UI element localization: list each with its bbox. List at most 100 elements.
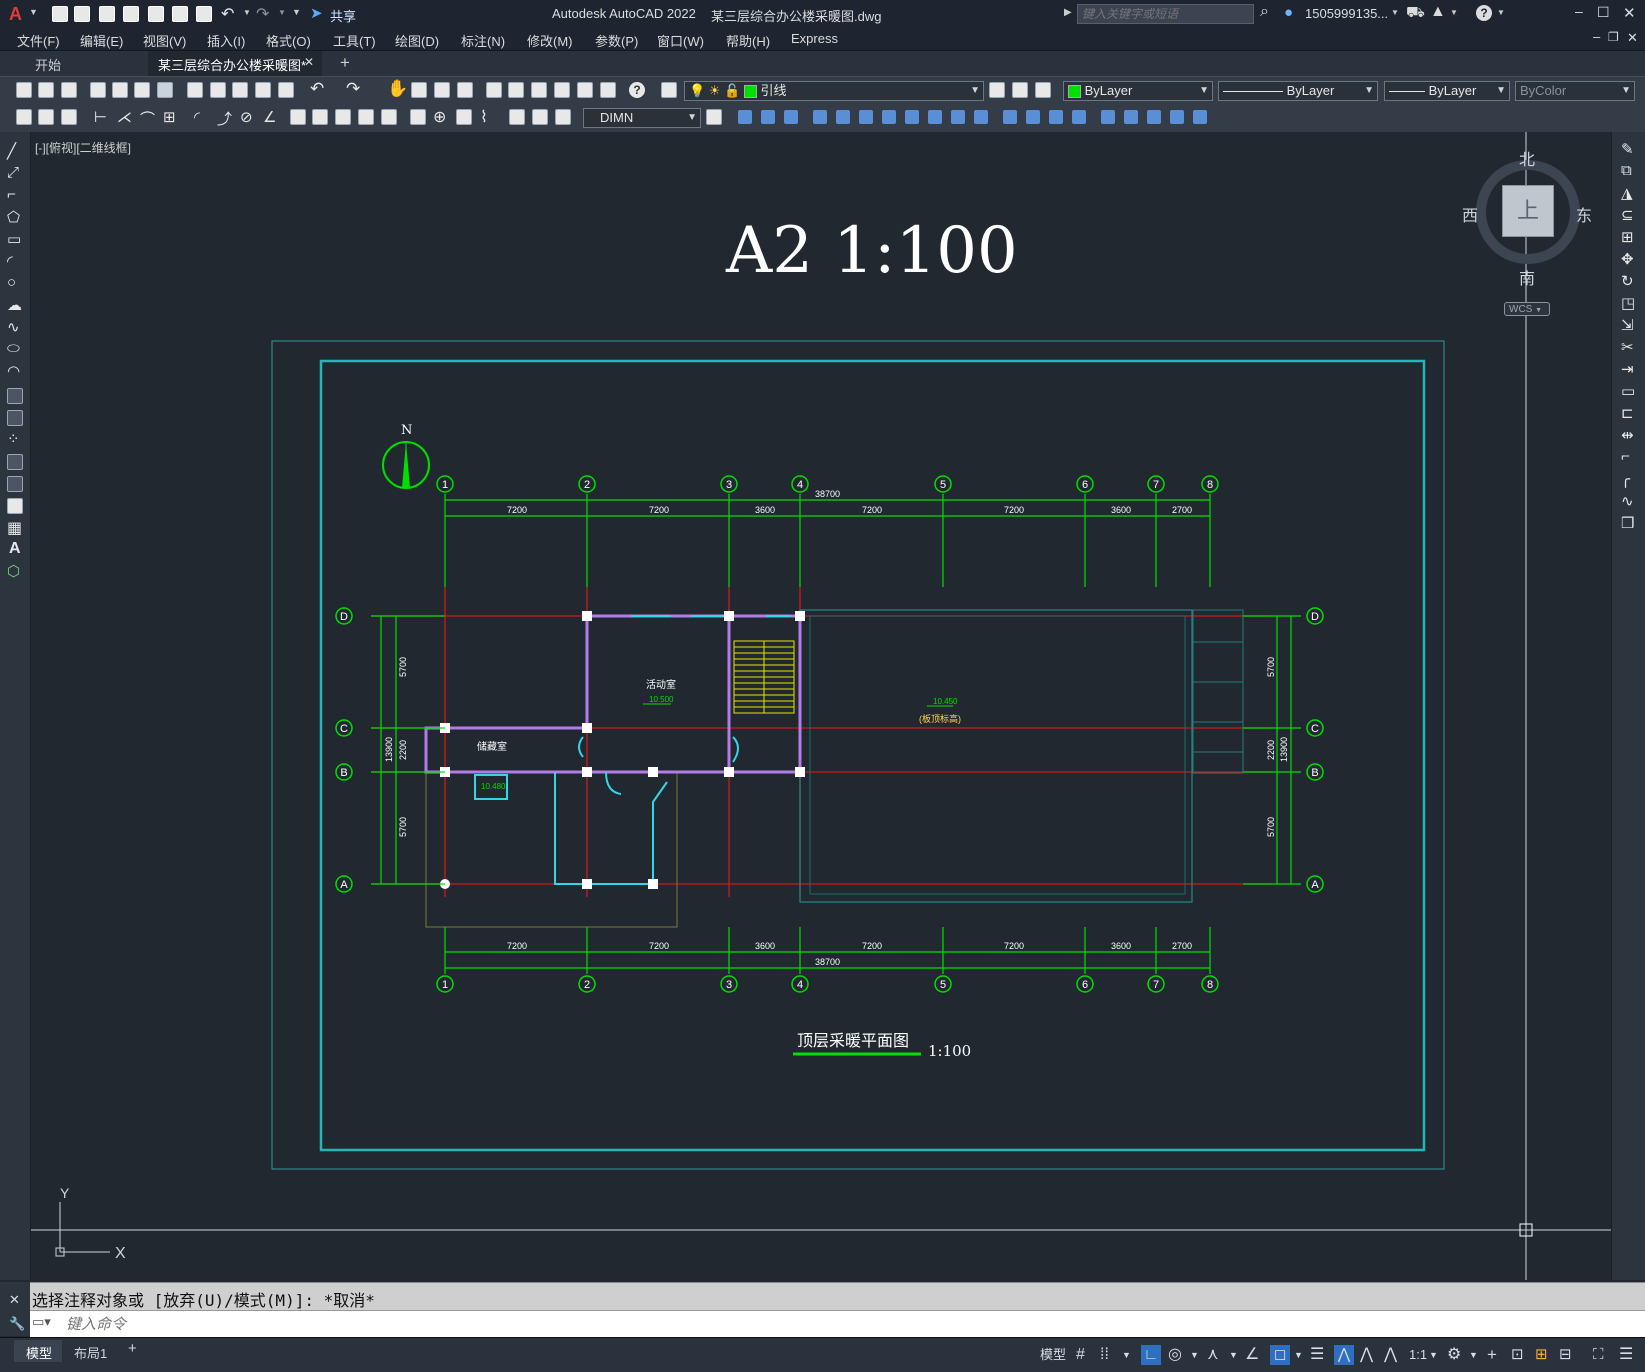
save-web-icon[interactable] bbox=[172, 6, 188, 22]
layer-states-icon[interactable] bbox=[1035, 82, 1051, 98]
maximize-icon[interactable]: ☐ bbox=[1597, 4, 1610, 21]
snap-dropdown-icon[interactable]: ▼ bbox=[1122, 1345, 1131, 1365]
right-erase-icon[interactable]: ✎ bbox=[1621, 140, 1634, 158]
dim-ordinate-icon[interactable]: ⊞ bbox=[163, 108, 176, 126]
dim-aligned-icon[interactable]: ⋌ bbox=[117, 108, 132, 126]
right-move-icon[interactable]: ✥ bbox=[1621, 250, 1634, 268]
viewcube-north[interactable]: 北 bbox=[1519, 146, 1535, 170]
annotation-scale-icon[interactable]: ⋀ bbox=[1384, 1345, 1397, 1365]
offset-icon[interactable] bbox=[813, 110, 827, 124]
share-icon[interactable]: ➤ bbox=[310, 4, 323, 22]
right-break-point-icon[interactable]: ⊏ bbox=[1621, 404, 1634, 422]
command-input[interactable] bbox=[64, 1313, 1628, 1335]
grid-display-icon[interactable]: # bbox=[1076, 1345, 1085, 1365]
save-as-icon[interactable] bbox=[123, 6, 139, 22]
rectangle-icon[interactable]: ▭ bbox=[7, 230, 21, 248]
drawing-canvas[interactable]: [-][俯视][二维线框] A2 1:100 N 活动室 10.500 储藏室 … bbox=[31, 132, 1611, 1280]
insert-block-icon[interactable] bbox=[16, 109, 32, 125]
search-expand-icon[interactable]: ▶ bbox=[1064, 7, 1072, 18]
right-blend-icon[interactable]: ∿ bbox=[1621, 492, 1634, 510]
tb-help-icon[interactable]: ? bbox=[629, 82, 645, 98]
command-recent-icon[interactable]: ▭▾ bbox=[32, 1314, 51, 1330]
trim-icon[interactable] bbox=[951, 110, 965, 124]
cart-icon[interactable]: ⛟ bbox=[1406, 4, 1425, 23]
command-customize-icon[interactable]: 🔧 bbox=[9, 1316, 25, 1332]
right-fillet-icon[interactable]: ╭ bbox=[1621, 470, 1630, 488]
menu-draw[interactable]: 绘图(D) bbox=[395, 31, 439, 50]
autocad-logo[interactable]: A bbox=[9, 4, 22, 25]
markup-icon[interactable] bbox=[577, 82, 593, 98]
logo-dropdown-icon[interactable]: ▼ bbox=[29, 7, 38, 17]
tool-palettes-icon[interactable] bbox=[531, 82, 547, 98]
ortho-mode-icon[interactable]: ∟ bbox=[1141, 1345, 1161, 1365]
properties-icon[interactable] bbox=[486, 82, 502, 98]
units-icon[interactable]: ⊡ bbox=[1511, 1345, 1524, 1365]
redo-icon[interactable]: ↷ bbox=[256, 4, 269, 24]
mirror-icon[interactable] bbox=[784, 110, 798, 124]
viewcube[interactable]: 上 北 南 西 东 bbox=[1462, 152, 1592, 288]
dim-angular-icon[interactable]: ∠ bbox=[263, 108, 276, 126]
gradient-icon[interactable] bbox=[7, 476, 23, 492]
help-dropdown-icon[interactable]: ▼ bbox=[1497, 8, 1505, 17]
object-snap-icon[interactable]: ◻ bbox=[1270, 1345, 1290, 1365]
point-icon[interactable]: ⁘ bbox=[7, 430, 20, 448]
design-center-icon[interactable] bbox=[508, 82, 524, 98]
polar-tracking-icon[interactable]: ◎ bbox=[1168, 1345, 1182, 1365]
object-snap-dropdown-icon[interactable]: ▼ bbox=[1294, 1345, 1303, 1365]
insert-block-left-icon[interactable] bbox=[7, 388, 23, 404]
workspace-dropdown-icon[interactable]: ▼ bbox=[1469, 1345, 1478, 1365]
arc-icon[interactable]: ◜ bbox=[7, 252, 13, 270]
open-file-icon[interactable] bbox=[74, 6, 90, 22]
explode-icon[interactable] bbox=[1101, 110, 1115, 124]
right-break-icon[interactable]: ▭ bbox=[1621, 382, 1635, 400]
snap-mode-icon[interactable]: ⁞⁞ bbox=[1100, 1345, 1109, 1365]
command-window-handle[interactable]: ✕ 🔧 bbox=[0, 1282, 30, 1336]
right-chamfer-icon[interactable]: ⌐ bbox=[1621, 448, 1630, 465]
object-snap-tracking-icon[interactable]: ∠ bbox=[1245, 1345, 1259, 1365]
mtext-icon[interactable]: A bbox=[9, 540, 21, 558]
rotate-icon[interactable] bbox=[882, 110, 896, 124]
right-extend-icon[interactable]: ⇥ bbox=[1621, 360, 1634, 378]
dim-diameter-icon[interactable]: ⊘ bbox=[240, 108, 253, 126]
scale-dropdown-icon[interactable]: ▼ bbox=[1429, 1345, 1438, 1365]
plot-icon[interactable] bbox=[196, 6, 212, 22]
tb-undo-icon[interactable]: ↶ bbox=[310, 79, 324, 99]
menu-view[interactable]: 视图(V) bbox=[143, 31, 186, 50]
linetype-combo[interactable]: ByLayer ▼ bbox=[1218, 81, 1378, 101]
align-icon[interactable] bbox=[1124, 110, 1138, 124]
right-stretch-icon[interactable]: ⇲ bbox=[1621, 316, 1634, 334]
right-rotate-icon[interactable]: ↻ bbox=[1621, 272, 1634, 290]
make-current-layer-icon[interactable] bbox=[989, 82, 1005, 98]
right-copy-icon[interactable]: ⧉ bbox=[1621, 162, 1632, 179]
block-editor-icon[interactable] bbox=[278, 82, 294, 98]
minimize-icon[interactable]: – bbox=[1575, 3, 1583, 19]
spline-icon[interactable]: ∿ bbox=[7, 318, 20, 336]
color-combo[interactable]: ByLayer ▼ bbox=[1063, 81, 1213, 101]
menu-tools[interactable]: 工具(T) bbox=[333, 31, 376, 50]
auto-scale-icon[interactable]: ⋀ bbox=[1360, 1345, 1373, 1365]
doc-close-icon[interactable]: ✕ bbox=[1627, 30, 1638, 46]
save-icon[interactable] bbox=[99, 6, 115, 22]
right-explode-icon[interactable]: ❒ bbox=[1621, 514, 1634, 532]
isodraft-dropdown-icon[interactable]: ▼ bbox=[1229, 1345, 1238, 1365]
tab-layout1[interactable]: 布局1 bbox=[66, 1340, 122, 1362]
annotation-scale-value[interactable]: 1:1 bbox=[1409, 1345, 1427, 1365]
menu-insert[interactable]: 插入(I) bbox=[207, 31, 245, 50]
dim-text-edit-icon[interactable] bbox=[532, 109, 548, 125]
jogged-linear-icon[interactable]: ⌇ bbox=[480, 107, 488, 127]
viewcube-south[interactable]: 南 bbox=[1519, 265, 1535, 289]
dim-linear-icon[interactable]: ⊢ bbox=[94, 108, 107, 126]
menu-format[interactable]: 格式(O) bbox=[266, 31, 311, 50]
add-selected-icon[interactable]: ⬡ bbox=[7, 562, 20, 580]
fillet-icon[interactable] bbox=[1072, 110, 1086, 124]
redo-dropdown-icon[interactable]: ▼ bbox=[278, 8, 286, 17]
zoom-realtime-icon[interactable] bbox=[411, 82, 427, 98]
make-block-left-icon[interactable] bbox=[7, 410, 23, 426]
open-icon[interactable] bbox=[38, 82, 54, 98]
right-join-icon[interactable]: ⇹ bbox=[1621, 426, 1634, 444]
isodraft-icon[interactable]: ⋏ bbox=[1207, 1345, 1219, 1365]
menu-help[interactable]: 帮助(H) bbox=[726, 31, 770, 50]
menu-edit[interactable]: 编辑(E) bbox=[80, 31, 123, 50]
menu-parametric[interactable]: 参数(P) bbox=[595, 31, 638, 50]
scale-icon[interactable] bbox=[905, 110, 919, 124]
